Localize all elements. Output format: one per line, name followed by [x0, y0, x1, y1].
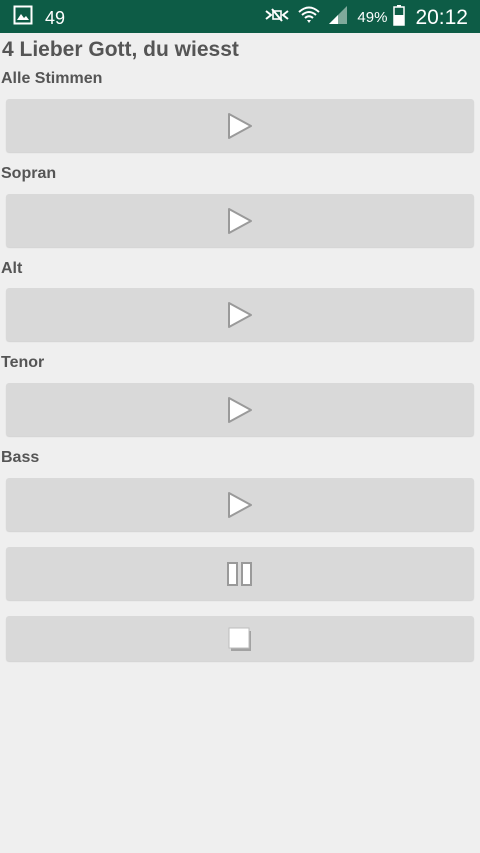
play-bass-button[interactable]	[6, 478, 474, 531]
play-all-voices-button[interactable]	[6, 99, 474, 152]
play-icon	[228, 207, 252, 234]
status-bar-right: 49% 20:12	[263, 4, 468, 31]
voice-label-bass: Bass	[1, 449, 40, 466]
play-icon	[228, 396, 252, 423]
voice-label-tenor: Tenor	[1, 354, 45, 371]
play-icon	[228, 491, 252, 518]
play-tenor-button[interactable]	[6, 383, 474, 436]
pause-button[interactable]	[6, 547, 474, 600]
voice-label-all: Alle Stimmen	[1, 70, 103, 87]
battery-icon	[393, 4, 406, 31]
mute-icon	[263, 4, 291, 31]
voice-label-alt: Alt	[1, 260, 23, 277]
signal-icon	[327, 4, 349, 31]
song-title: 4 Lieber Gott, du wiesst	[2, 38, 239, 61]
status-bar: 49 49% 20:12	[0, 0, 480, 33]
stop-button[interactable]	[6, 616, 474, 661]
voice-label-sopran: Sopran	[1, 165, 57, 182]
play-sopran-button[interactable]	[6, 194, 474, 247]
notification-count: 49	[45, 7, 66, 28]
status-bar-left: 49	[13, 5, 65, 30]
pause-icon	[227, 561, 252, 586]
play-alt-button[interactable]	[6, 288, 474, 341]
wifi-icon	[297, 4, 321, 31]
clock-time: 20:12	[415, 5, 468, 29]
stop-icon	[228, 627, 251, 651]
image-notification-icon	[13, 5, 33, 30]
battery-percent: 49%	[357, 8, 388, 26]
play-icon	[228, 112, 252, 139]
play-icon	[228, 301, 252, 328]
